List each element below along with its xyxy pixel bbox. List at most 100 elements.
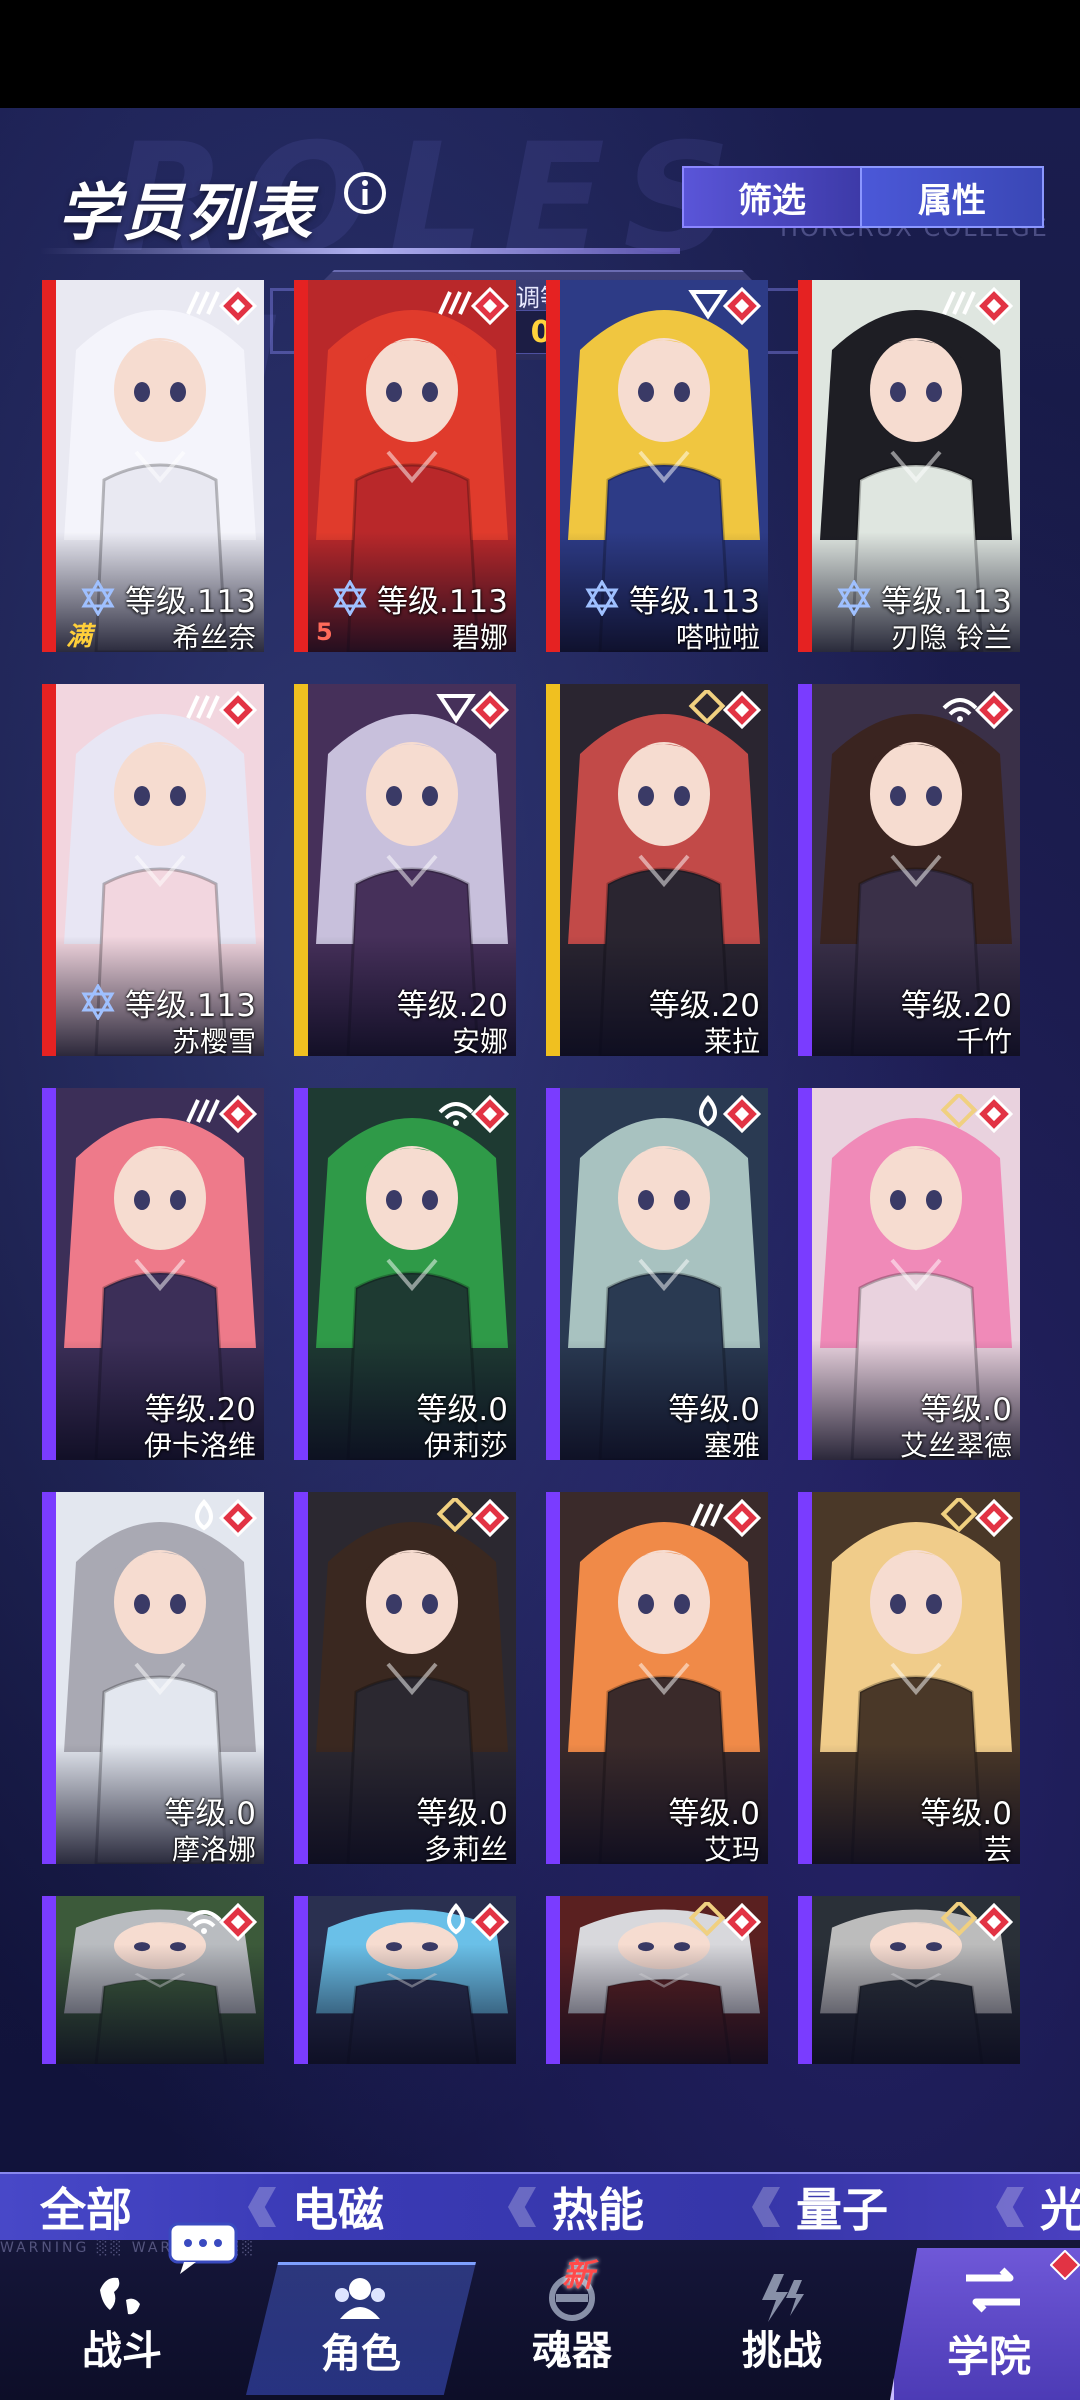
chevron-icon: [508, 2187, 536, 2227]
student-card[interactable]: [294, 1896, 516, 2064]
rarity-stripe: [546, 1896, 560, 2064]
rarity-stripe: [294, 1492, 308, 1864]
bottom-navigation: WARNING ░░ WARNING ░░ 战斗 角色 魂器 挑战: [0, 2222, 1080, 2400]
red-diamond-icon: [218, 690, 258, 730]
student-card[interactable]: 等级.113 嗒啦啦: [546, 280, 768, 652]
student-name: 安娜: [451, 1025, 508, 1056]
swap-arrows-icon: [958, 2262, 1028, 2318]
student-card[interactable]: 等级.0 摩洛娜: [42, 1492, 264, 1864]
student-level: 等级.113: [124, 584, 256, 620]
student-name: 多莉丝: [423, 1833, 508, 1864]
wifi-rank-icon: [436, 1094, 476, 1128]
card-shade: [560, 1944, 768, 2064]
drop-rank-icon: [436, 1902, 476, 1936]
nav-academy[interactable]: 学院: [890, 2248, 1080, 2400]
red-diamond-icon: [974, 1094, 1014, 1134]
student-list-screen: ROLES LIS HORCRUX COLLEGE 学员列表 筛选 属性 协调等…: [0, 108, 1080, 2400]
student-level: 等级.0: [416, 1796, 508, 1832]
rarity-stripe: [42, 1896, 56, 2064]
element-tab-label: 全部: [40, 2183, 132, 2237]
diamond-rank-icon: [940, 1495, 980, 1533]
red-diamond-icon: [722, 690, 762, 730]
student-card[interactable]: 等级.20 莱拉: [546, 684, 768, 1056]
rarity-stripe: [798, 1492, 812, 1864]
bars-rank-icon: [184, 1094, 224, 1128]
element-tab-all[interactable]: 全部: [40, 2174, 132, 2240]
rarity-stripe: [42, 1088, 56, 1460]
rarity-stripe: [546, 280, 560, 652]
element-tab-electromagnetic[interactable]: 电磁: [248, 2174, 384, 2240]
nav-label: 魂器: [532, 2328, 612, 2374]
chevron-icon: [752, 2187, 780, 2227]
student-card[interactable]: 等级.0 伊莉莎: [294, 1088, 516, 1460]
rarity-stripe: [294, 280, 308, 652]
red-diamond-icon: [974, 690, 1014, 730]
student-level: 等级.0: [164, 1796, 256, 1832]
student-card[interactable]: 等级.0 艾玛: [546, 1492, 768, 1864]
hexagram-star-icon: [80, 983, 116, 1021]
element-tab-thermal[interactable]: 热能: [508, 2174, 644, 2240]
max-badge: 满: [66, 622, 93, 652]
diamond-rank-icon: [940, 1091, 980, 1129]
red-diamond-icon: [218, 1094, 258, 1134]
diamond-rank-icon: [436, 1495, 476, 1533]
nav-battle[interactable]: 战斗: [22, 2262, 222, 2392]
red-diamond-icon: [218, 286, 258, 326]
red-diamond-icon: [470, 1902, 510, 1942]
red-diamond-icon: [974, 1902, 1014, 1942]
student-level: 等级.20: [396, 988, 508, 1024]
rarity-stripe: [798, 280, 812, 652]
student-card[interactable]: [798, 1896, 1020, 2064]
student-card[interactable]: 等级.0 多莉丝: [294, 1492, 516, 1864]
student-level: 等级.20: [648, 988, 760, 1024]
student-card[interactable]: 等级.20 安娜: [294, 684, 516, 1056]
student-card[interactable]: [42, 1896, 264, 2064]
bars-rank-icon: [940, 286, 980, 320]
student-card[interactable]: 等级.0 艾丝翠德: [798, 1088, 1020, 1460]
element-tab-label: 电磁: [292, 2183, 384, 2237]
wifi-rank-icon: [940, 690, 980, 724]
student-level: 等级.0: [668, 1392, 760, 1428]
student-card[interactable]: 等级.113 刃隐 铃兰: [798, 280, 1020, 652]
nav-challenge[interactable]: 挑战: [682, 2262, 882, 2392]
nav-characters[interactable]: 角色: [246, 2262, 476, 2395]
chat-icon[interactable]: [168, 2222, 238, 2276]
nav-label: 角色: [321, 2331, 401, 2377]
student-name: 嗒啦啦: [675, 621, 760, 652]
student-name: 艾丝翠德: [899, 1429, 1012, 1460]
student-name: 伊莉莎: [423, 1429, 508, 1460]
student-level: 等级.0: [416, 1392, 508, 1428]
wifi-rank-icon: [184, 1902, 224, 1936]
student-name: 希丝奈: [171, 621, 256, 652]
diamond-rank-icon: [940, 1899, 980, 1937]
ascension-badge: 5: [316, 618, 333, 646]
element-tab-label: 量子: [796, 2183, 888, 2237]
student-level: 等级.113: [628, 584, 760, 620]
student-card[interactable]: 等级.0 塞雅: [546, 1088, 768, 1460]
hexagram-star-icon: [80, 579, 116, 617]
hexagram-star-icon: [836, 579, 872, 617]
drop-rank-icon: [184, 1498, 224, 1532]
bars-rank-icon: [184, 690, 224, 724]
student-card[interactable]: 等级.113 希丝奈 满: [42, 280, 264, 652]
student-card[interactable]: [546, 1896, 768, 2064]
student-card[interactable]: 等级.20 千竹: [798, 684, 1020, 1056]
student-name: 艾玛: [703, 1833, 760, 1864]
student-level: 等级.0: [920, 1392, 1012, 1428]
red-diamond-icon: [470, 690, 510, 730]
element-tab-light[interactable]: 光: [996, 2174, 1080, 2240]
student-card[interactable]: 等级.113 苏樱雪: [42, 684, 264, 1056]
element-tab-quantum[interactable]: 量子: [752, 2174, 888, 2240]
rarity-stripe: [798, 1088, 812, 1460]
red-diamond-icon: [218, 1902, 258, 1942]
student-name: 芸: [983, 1833, 1012, 1864]
student-card[interactable]: 等级.113 碧娜 5: [294, 280, 516, 652]
rarity-stripe: [546, 684, 560, 1056]
student-card[interactable]: 等级.0 芸: [798, 1492, 1020, 1864]
rarity-stripe: [294, 1896, 308, 2064]
card-shade: [812, 1944, 1020, 2064]
rarity-stripe: [546, 1492, 560, 1864]
student-name: 莱拉: [703, 1025, 760, 1056]
rarity-stripe: [42, 684, 56, 1056]
student-card[interactable]: 等级.20 伊卡洛维: [42, 1088, 264, 1460]
